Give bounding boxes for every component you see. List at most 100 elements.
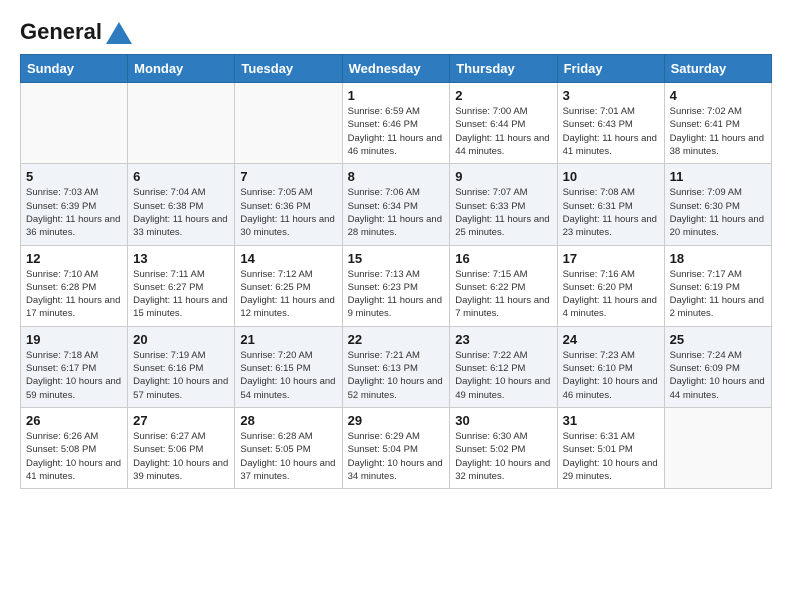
calendar-page: General SundayMondayTuesdayWednesdayThur… — [0, 0, 792, 509]
day-number: 19 — [26, 332, 122, 347]
day-number: 29 — [348, 413, 445, 428]
calendar-row-4: 19 Sunrise: 7:18 AMSunset: 6:17 PMDayligh… — [21, 326, 772, 407]
weekday-header-thursday: Thursday — [450, 55, 557, 83]
day-number: 7 — [240, 169, 336, 184]
calendar-cell: 22 Sunrise: 7:21 AMSunset: 6:13 PMDayligh… — [342, 326, 450, 407]
calendar-cell: 30 Sunrise: 6:30 AMSunset: 5:02 PMDayligh… — [450, 407, 557, 488]
calendar-cell: 29 Sunrise: 6:29 AMSunset: 5:04 PMDayligh… — [342, 407, 450, 488]
day-info: Sunrise: 6:30 AMSunset: 5:02 PMDaylight:… — [455, 430, 551, 483]
calendar-cell: 17 Sunrise: 7:16 AMSunset: 6:20 PMDayligh… — [557, 245, 664, 326]
day-info: Sunrise: 7:21 AMSunset: 6:13 PMDaylight:… — [348, 349, 445, 402]
calendar-cell: 4 Sunrise: 7:02 AMSunset: 6:41 PMDaylight… — [664, 83, 771, 164]
day-info: Sunrise: 6:26 AMSunset: 5:08 PMDaylight:… — [26, 430, 122, 483]
day-info: Sunrise: 7:17 AMSunset: 6:19 PMDaylight:… — [670, 268, 766, 321]
calendar-table: SundayMondayTuesdayWednesdayThursdayFrid… — [20, 54, 772, 489]
weekday-header-wednesday: Wednesday — [342, 55, 450, 83]
day-number: 4 — [670, 88, 766, 103]
day-info: Sunrise: 6:28 AMSunset: 5:05 PMDaylight:… — [240, 430, 336, 483]
weekday-header-friday: Friday — [557, 55, 664, 83]
day-number: 20 — [133, 332, 229, 347]
calendar-row-3: 12 Sunrise: 7:10 AMSunset: 6:28 PMDayligh… — [21, 245, 772, 326]
calendar-cell: 27 Sunrise: 6:27 AMSunset: 5:06 PMDayligh… — [128, 407, 235, 488]
calendar-cell: 16 Sunrise: 7:15 AMSunset: 6:22 PMDayligh… — [450, 245, 557, 326]
day-number: 16 — [455, 251, 551, 266]
day-number: 17 — [563, 251, 659, 266]
day-info: Sunrise: 7:02 AMSunset: 6:41 PMDaylight:… — [670, 105, 766, 158]
day-number: 22 — [348, 332, 445, 347]
day-number: 1 — [348, 88, 445, 103]
calendar-cell: 9 Sunrise: 7:07 AMSunset: 6:33 PMDaylight… — [450, 164, 557, 245]
weekday-header-row: SundayMondayTuesdayWednesdayThursdayFrid… — [21, 55, 772, 83]
day-number: 2 — [455, 88, 551, 103]
day-info: Sunrise: 7:07 AMSunset: 6:33 PMDaylight:… — [455, 186, 551, 239]
day-info: Sunrise: 7:00 AMSunset: 6:44 PMDaylight:… — [455, 105, 551, 158]
calendar-cell: 24 Sunrise: 7:23 AMSunset: 6:10 PMDayligh… — [557, 326, 664, 407]
day-number: 8 — [348, 169, 445, 184]
calendar-cell: 7Sunrise: 7:05 AMSunset: 6:36 PMDaylight… — [235, 164, 342, 245]
calendar-cell: 19 Sunrise: 7:18 AMSunset: 6:17 PMDayligh… — [21, 326, 128, 407]
day-number: 3 — [563, 88, 659, 103]
day-info: Sunrise: 7:12 AMSunset: 6:25 PMDaylight:… — [240, 268, 336, 321]
day-info: Sunrise: 7:03 AMSunset: 6:39 PMDaylight:… — [26, 186, 122, 239]
day-number: 25 — [670, 332, 766, 347]
day-number: 9 — [455, 169, 551, 184]
day-number: 30 — [455, 413, 551, 428]
calendar-cell — [235, 83, 342, 164]
day-number: 24 — [563, 332, 659, 347]
calendar-row-5: 26Sunrise: 6:26 AMSunset: 5:08 PMDayligh… — [21, 407, 772, 488]
day-number: 15 — [348, 251, 445, 266]
calendar-cell: 15 Sunrise: 7:13 AMSunset: 6:23 PMDayligh… — [342, 245, 450, 326]
day-info: Sunrise: 7:06 AMSunset: 6:34 PMDaylight:… — [348, 186, 445, 239]
calendar-row-1: 1Sunrise: 6:59 AMSunset: 6:46 PMDaylight… — [21, 83, 772, 164]
day-number: 6 — [133, 169, 229, 184]
calendar-cell: 10Sunrise: 7:08 AMSunset: 6:31 PMDayligh… — [557, 164, 664, 245]
calendar-cell: 28 Sunrise: 6:28 AMSunset: 5:05 PMDayligh… — [235, 407, 342, 488]
day-info: Sunrise: 7:18 AMSunset: 6:17 PMDaylight:… — [26, 349, 122, 402]
calendar-row-2: 5 Sunrise: 7:03 AMSunset: 6:39 PMDaylight… — [21, 164, 772, 245]
calendar-cell: 18Sunrise: 7:17 AMSunset: 6:19 PMDayligh… — [664, 245, 771, 326]
calendar-cell: 14 Sunrise: 7:12 AMSunset: 6:25 PMDayligh… — [235, 245, 342, 326]
calendar-cell: 8 Sunrise: 7:06 AMSunset: 6:34 PMDaylight… — [342, 164, 450, 245]
day-number: 11 — [670, 169, 766, 184]
day-info: Sunrise: 7:19 AMSunset: 6:16 PMDaylight:… — [133, 349, 229, 402]
day-info: Sunrise: 7:08 AMSunset: 6:31 PMDaylight:… — [563, 186, 659, 239]
day-info: Sunrise: 7:23 AMSunset: 6:10 PMDaylight:… — [563, 349, 659, 402]
day-info: Sunrise: 7:24 AMSunset: 6:09 PMDaylight:… — [670, 349, 766, 402]
day-info: Sunrise: 6:29 AMSunset: 5:04 PMDaylight:… — [348, 430, 445, 483]
day-number: 14 — [240, 251, 336, 266]
day-info: Sunrise: 7:15 AMSunset: 6:22 PMDaylight:… — [455, 268, 551, 321]
calendar-cell: 20 Sunrise: 7:19 AMSunset: 6:16 PMDayligh… — [128, 326, 235, 407]
day-number: 28 — [240, 413, 336, 428]
calendar-cell — [664, 407, 771, 488]
weekday-header-saturday: Saturday — [664, 55, 771, 83]
day-info: Sunrise: 6:27 AMSunset: 5:06 PMDaylight:… — [133, 430, 229, 483]
calendar-cell — [128, 83, 235, 164]
day-number: 31 — [563, 413, 659, 428]
day-info: Sunrise: 7:20 AMSunset: 6:15 PMDaylight:… — [240, 349, 336, 402]
calendar-cell: 25 Sunrise: 7:24 AMSunset: 6:09 PMDayligh… — [664, 326, 771, 407]
day-info: Sunrise: 7:10 AMSunset: 6:28 PMDaylight:… — [26, 268, 122, 321]
day-number: 23 — [455, 332, 551, 347]
day-info: Sunrise: 7:04 AMSunset: 6:38 PMDaylight:… — [133, 186, 229, 239]
calendar-cell: 11 Sunrise: 7:09 AMSunset: 6:30 PMDayligh… — [664, 164, 771, 245]
day-info: Sunrise: 7:22 AMSunset: 6:12 PMDaylight:… — [455, 349, 551, 402]
calendar-cell: 2 Sunrise: 7:00 AMSunset: 6:44 PMDaylight… — [450, 83, 557, 164]
calendar-cell: 31 Sunrise: 6:31 AMSunset: 5:01 PMDayligh… — [557, 407, 664, 488]
day-number: 5 — [26, 169, 122, 184]
calendar-cell: 3Sunrise: 7:01 AMSunset: 6:43 PMDaylight… — [557, 83, 664, 164]
day-number: 27 — [133, 413, 229, 428]
calendar-cell: 21Sunrise: 7:20 AMSunset: 6:15 PMDayligh… — [235, 326, 342, 407]
day-info: Sunrise: 7:13 AMSunset: 6:23 PMDaylight:… — [348, 268, 445, 321]
day-number: 12 — [26, 251, 122, 266]
weekday-header-monday: Monday — [128, 55, 235, 83]
calendar-cell — [21, 83, 128, 164]
day-info: Sunrise: 7:09 AMSunset: 6:30 PMDaylight:… — [670, 186, 766, 239]
day-info: Sunrise: 7:16 AMSunset: 6:20 PMDaylight:… — [563, 268, 659, 321]
weekday-header-tuesday: Tuesday — [235, 55, 342, 83]
calendar-cell: 6 Sunrise: 7:04 AMSunset: 6:38 PMDaylight… — [128, 164, 235, 245]
logo: General — [20, 20, 136, 44]
logo-icon — [104, 20, 134, 46]
day-info: Sunrise: 6:31 AMSunset: 5:01 PMDaylight:… — [563, 430, 659, 483]
calendar-cell: 5 Sunrise: 7:03 AMSunset: 6:39 PMDaylight… — [21, 164, 128, 245]
calendar-cell: 23 Sunrise: 7:22 AMSunset: 6:12 PMDayligh… — [450, 326, 557, 407]
